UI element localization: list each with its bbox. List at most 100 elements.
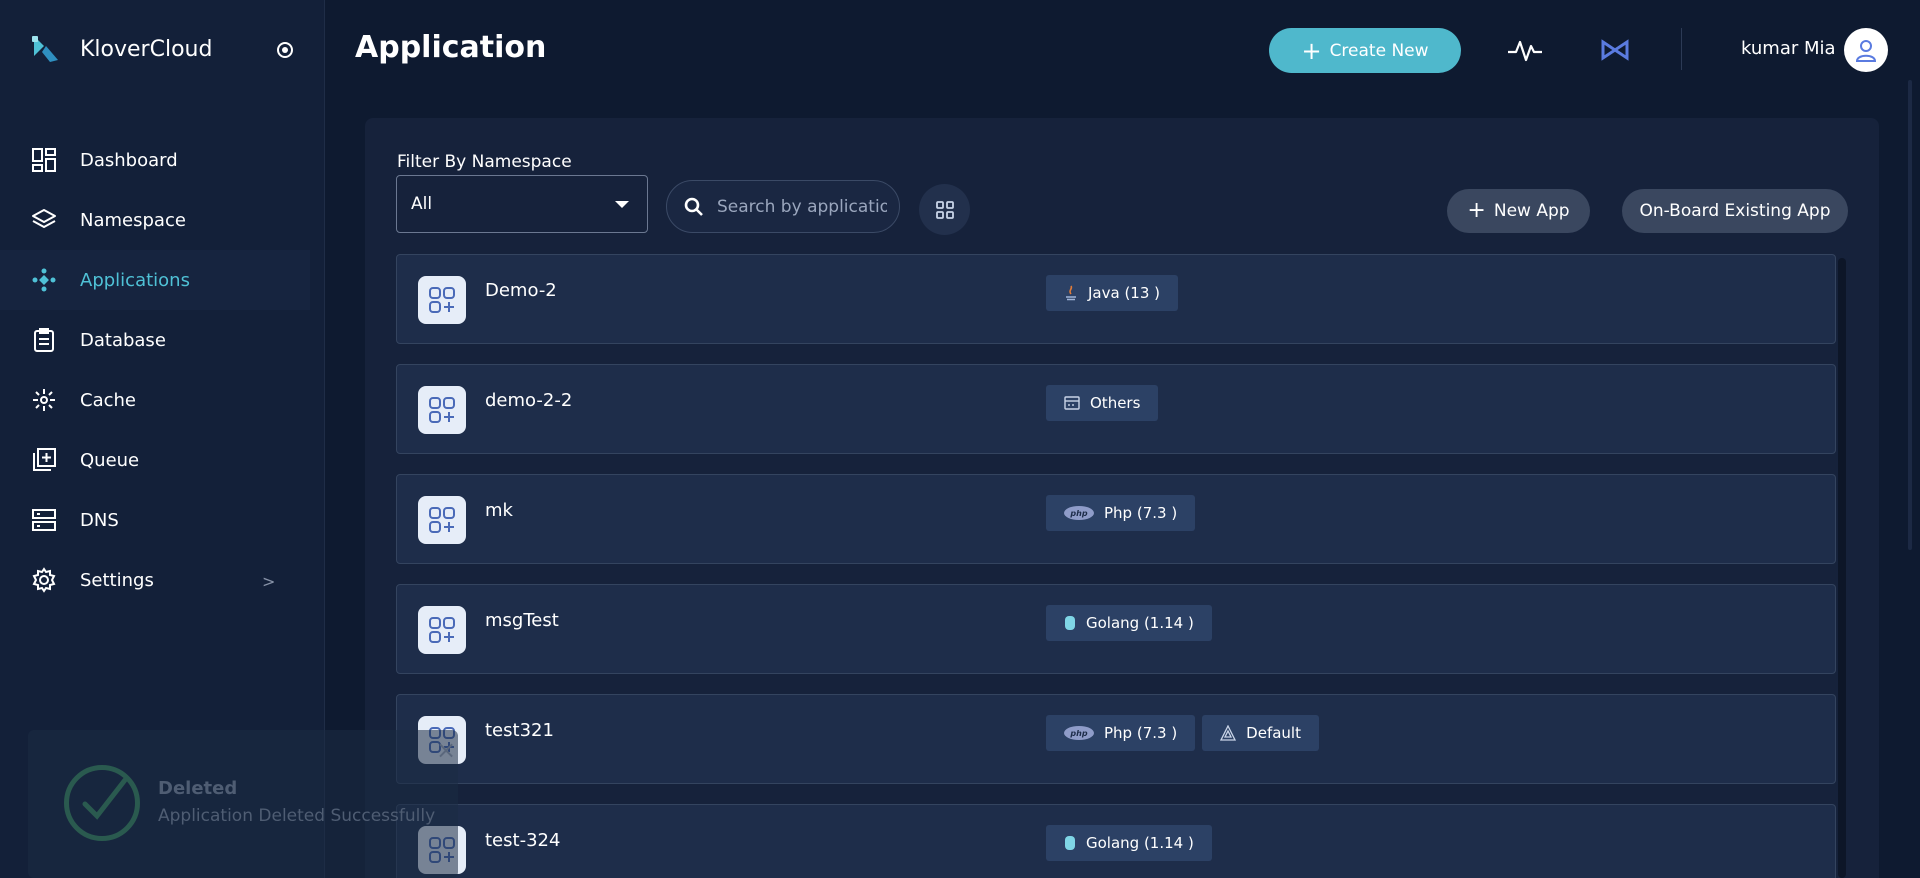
app-row[interactable]: demo-2-2 Others (396, 364, 1836, 454)
header-divider (1681, 28, 1682, 70)
applications-icon (30, 266, 58, 294)
framework-tag: Default (1202, 715, 1319, 751)
app-grid-icon (418, 276, 466, 324)
tag-label: Java (13 ) (1088, 284, 1161, 302)
golang-icon (1064, 835, 1076, 851)
layers-icon (30, 206, 58, 234)
chevron-right-icon: > (262, 572, 276, 591)
app-tags: php Php (7.3 ) (1046, 495, 1196, 531)
svg-text:php: php (1069, 729, 1087, 738)
sidebar-item-queue[interactable]: Queue (0, 430, 310, 490)
php-icon: php (1064, 726, 1094, 740)
sidebar-item-namespace[interactable]: Namespace (0, 190, 310, 250)
app-name[interactable]: test-324 (485, 830, 560, 851)
cache-icon (30, 386, 58, 414)
page-scrollbar[interactable] (1908, 80, 1912, 550)
app-tags: php Php (7.3 ) Default (1046, 715, 1319, 751)
search-box[interactable] (666, 180, 900, 233)
app-row[interactable]: mk php Php (7.3 ) (396, 474, 1836, 564)
sidebar-item-dashboard[interactable]: Dashboard (0, 130, 310, 190)
plus-icon: + (1301, 36, 1322, 65)
app-grid-icon (418, 496, 466, 544)
app-row[interactable]: test321 php Php (7.3 ) Default (396, 694, 1836, 784)
svg-text:php: php (1069, 509, 1087, 518)
tag-label: Default (1246, 724, 1301, 742)
create-new-button[interactable]: + Create New (1269, 28, 1461, 73)
sidebar-item-label: Database (80, 329, 166, 351)
toast-title: Deleted (158, 778, 238, 799)
grid-view-toggle[interactable] (919, 184, 970, 235)
sidebar-item-cache[interactable]: Cache (0, 370, 310, 430)
app-tags: Java (13 ) (1046, 275, 1179, 311)
search-input[interactable] (717, 196, 887, 217)
infinity-icon[interactable] (1599, 38, 1631, 62)
page-title: Application (355, 30, 547, 65)
queue-icon (30, 446, 58, 474)
java-icon (1064, 285, 1078, 301)
sidebar-toggle-icon[interactable] (277, 42, 293, 58)
app-grid-icon (418, 386, 466, 434)
language-tag: Golang (1.14 ) (1046, 605, 1212, 641)
caret-down-icon (615, 201, 629, 208)
language-tag: Others (1046, 385, 1159, 421)
brand-name: KloverCloud (80, 36, 213, 62)
server-icon (30, 506, 58, 534)
window-icon (1064, 396, 1080, 410)
app-row[interactable]: test-324 Golang (1.14 ) (396, 804, 1836, 878)
klovercloud-logo-icon (28, 32, 62, 66)
tag-label: Php (7.3 ) (1104, 504, 1178, 522)
sidebar-nav: Dashboard Namespace Applications Databas… (0, 130, 310, 610)
app-name[interactable]: Demo-2 (485, 280, 557, 301)
golang-icon (1064, 615, 1076, 631)
tag-label: Golang (1.14 ) (1086, 834, 1194, 852)
app-grid-icon (418, 606, 466, 654)
tag-label: Golang (1.14 ) (1086, 614, 1194, 632)
language-tag: php Php (7.3 ) (1046, 495, 1196, 531)
app-tags: Others (1046, 385, 1159, 421)
grid-icon (935, 200, 954, 219)
user-name[interactable]: kumar Mia (1741, 38, 1836, 59)
sidebar-item-label: DNS (80, 509, 119, 531)
list-scrollbar[interactable] (1838, 258, 1846, 878)
activity-pulse-icon[interactable] (1506, 34, 1544, 66)
user-icon (1855, 40, 1877, 62)
gear-icon (30, 566, 58, 594)
namespace-select[interactable]: All (396, 175, 648, 233)
new-app-label: New App (1493, 201, 1570, 221)
avatar[interactable] (1844, 28, 1888, 72)
app-name[interactable]: msgTest (485, 610, 559, 631)
new-app-button[interactable]: + New App (1447, 189, 1590, 233)
dashboard-icon (30, 146, 58, 174)
sidebar-item-settings[interactable]: Settings > (0, 550, 310, 610)
app-tags: Golang (1.14 ) (1046, 825, 1212, 861)
toast-message: Application Deleted Successfully (158, 806, 436, 826)
sidebar-item-label: Namespace (80, 209, 186, 231)
app-name[interactable]: demo-2-2 (485, 390, 572, 411)
app-row[interactable]: Demo-2 Java (13 ) (396, 254, 1836, 344)
sidebar-item-applications[interactable]: Applications (0, 250, 310, 310)
create-new-label: Create New (1329, 40, 1429, 61)
language-tag: php Php (7.3 ) (1046, 715, 1196, 751)
tag-label: Others (1090, 394, 1141, 412)
onboard-existing-app-button[interactable]: On-Board Existing App (1622, 189, 1848, 233)
plus-icon: + (1467, 198, 1486, 223)
php-icon: php (1064, 506, 1094, 520)
sidebar-item-label: Dashboard (80, 149, 178, 171)
clipboard-icon (30, 326, 58, 354)
sidebar-item-label: Queue (80, 449, 140, 471)
sidebar-item-label: Applications (80, 269, 190, 291)
app-name[interactable]: mk (485, 500, 513, 521)
app-name[interactable]: test321 (485, 720, 554, 741)
tag-label: Php (7.3 ) (1104, 724, 1178, 742)
language-tag: Java (13 ) (1046, 275, 1179, 311)
sidebar-item-label: Settings (80, 569, 154, 591)
filter-namespace-label: Filter By Namespace (397, 152, 572, 172)
sidebar-item-dns[interactable]: DNS (0, 490, 310, 550)
app-row[interactable]: msgTest Golang (1.14 ) (396, 584, 1836, 674)
default-icon (1220, 725, 1237, 741)
sidebar-item-database[interactable]: Database (0, 310, 310, 370)
search-icon (684, 197, 703, 216)
close-icon[interactable]: × (426, 730, 466, 770)
brand[interactable]: KloverCloud (28, 32, 212, 66)
language-tag: Golang (1.14 ) (1046, 825, 1212, 861)
